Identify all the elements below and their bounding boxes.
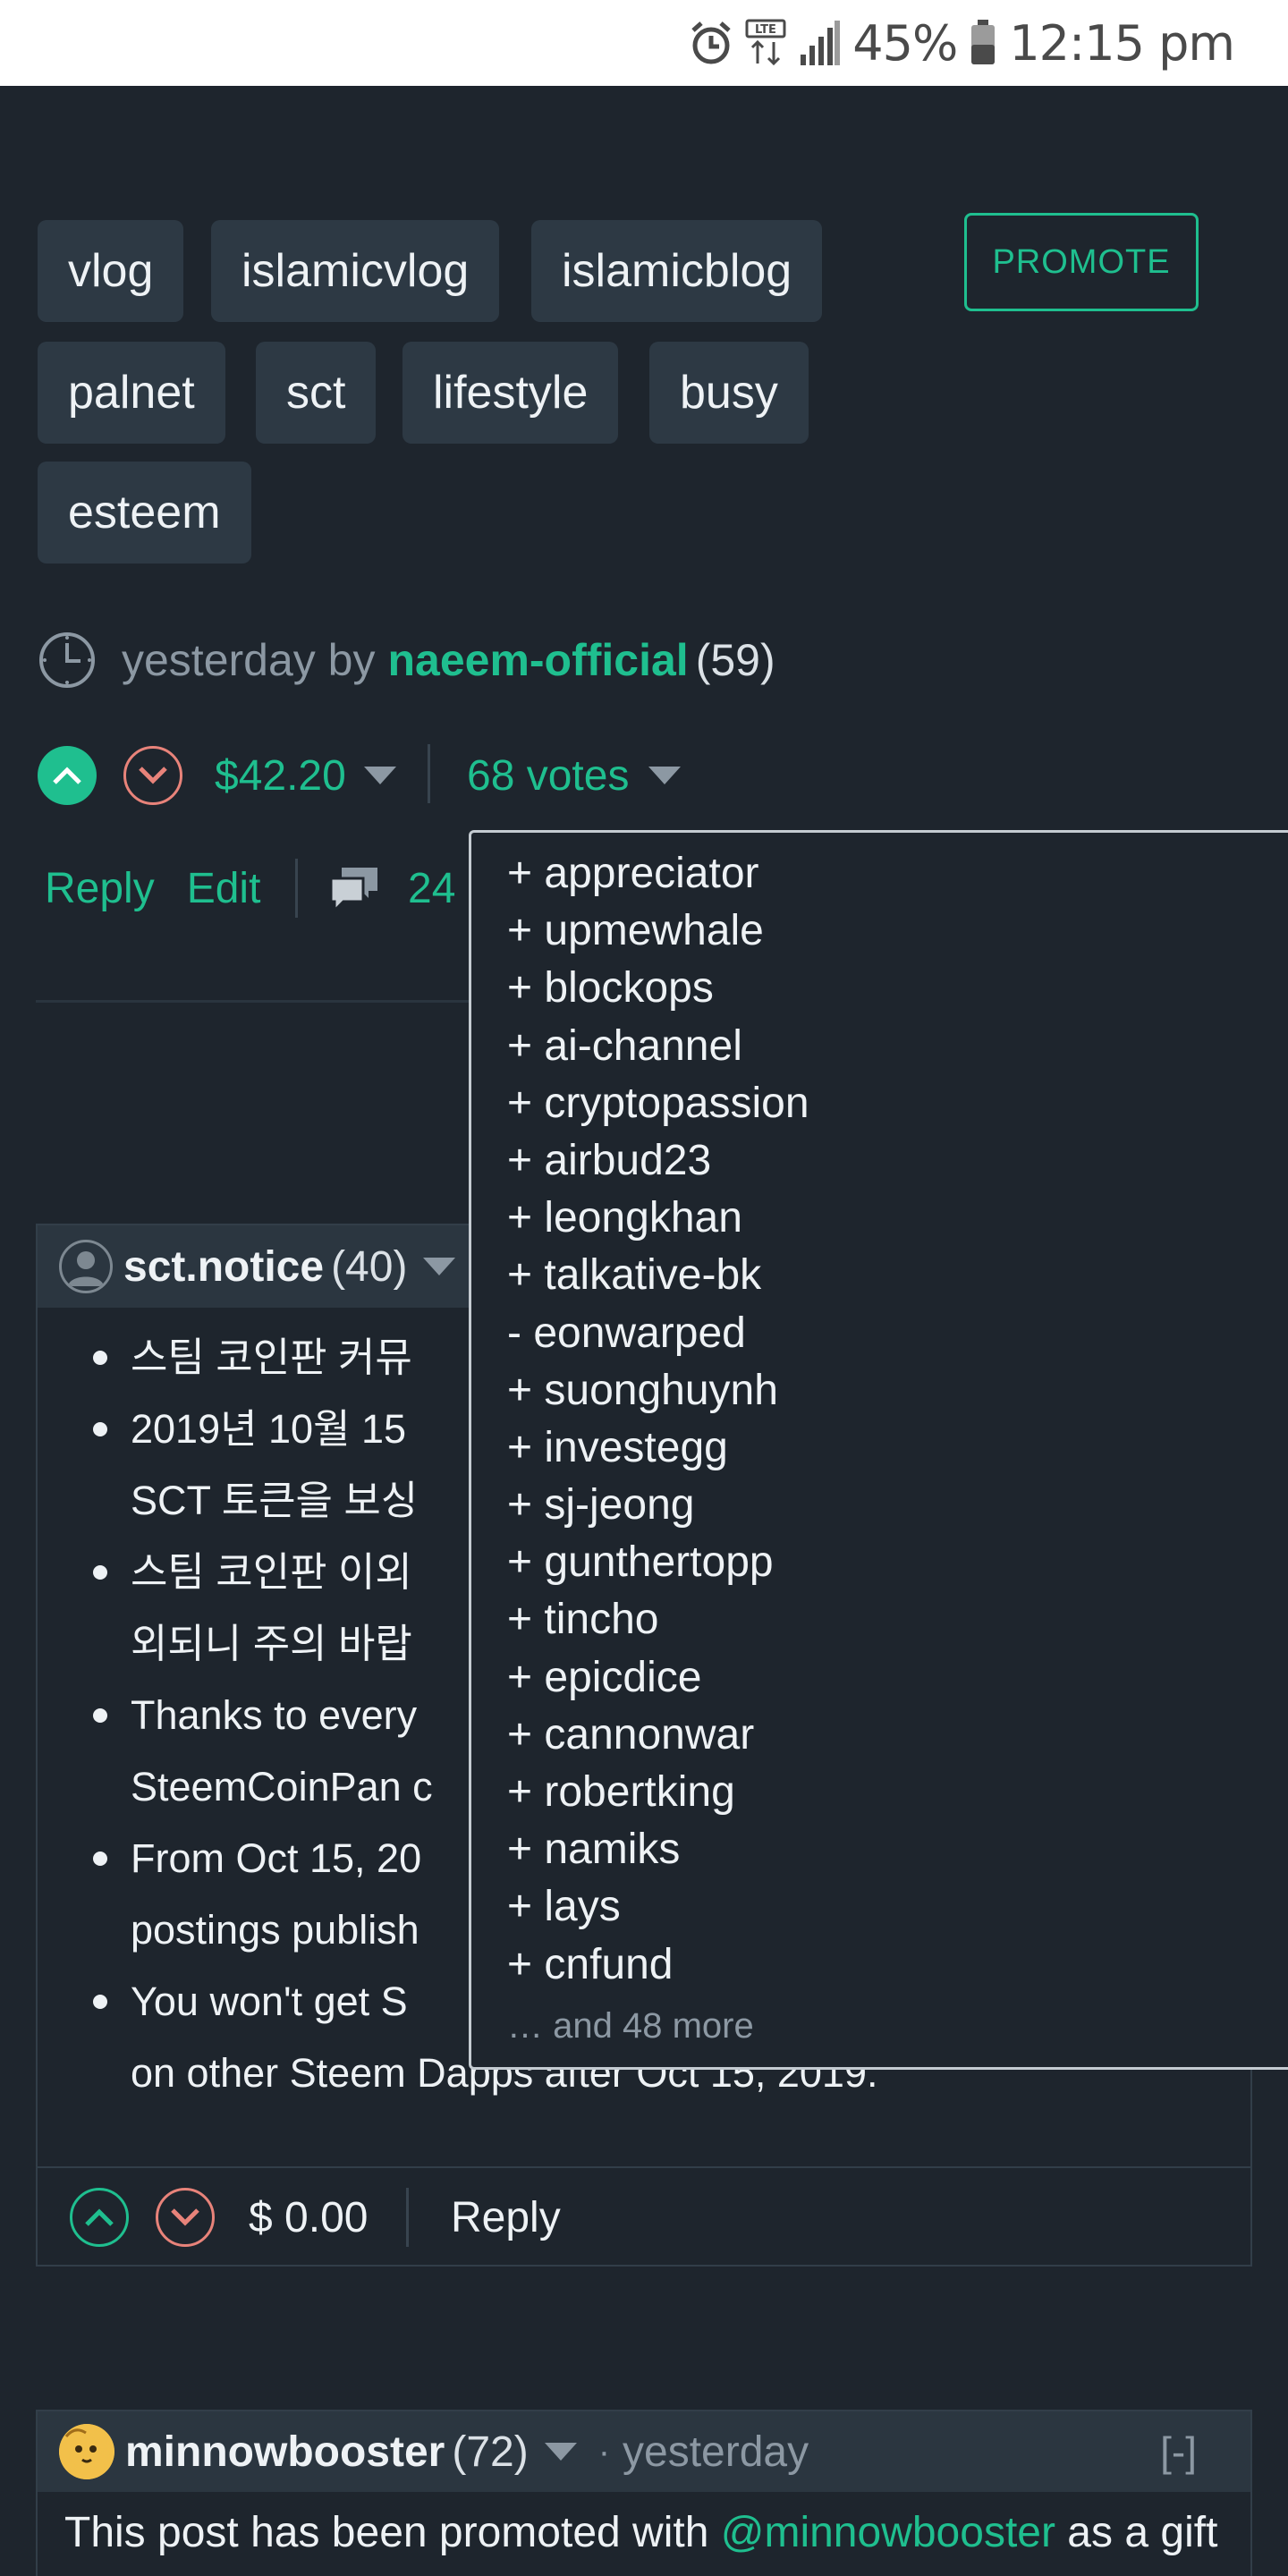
chevron-down-icon (139, 767, 167, 784)
tag-sct[interactable]: sct (256, 342, 377, 444)
divider (295, 859, 298, 918)
avatar[interactable] (59, 1240, 113, 1293)
battery-percent: 45% (852, 14, 958, 72)
tag-palnet[interactable]: palnet (38, 342, 225, 444)
tag-esteem[interactable]: esteem (38, 462, 251, 564)
payout-caret-icon (363, 767, 396, 784)
payout-value: $42.20 (215, 751, 346, 800)
signal-icon (799, 21, 841, 65)
svg-text:LTE: LTE (755, 23, 776, 37)
chevron-up-icon (53, 767, 81, 784)
voter-item[interactable]: + upmewhale (507, 902, 809, 960)
comment-card: minnowbooster (72) · yesterday [-] This … (36, 2410, 1252, 2576)
reply-link[interactable]: Reply (45, 864, 155, 913)
status-bar: LTE 45% 12:15 pm (0, 0, 1288, 86)
divider (428, 744, 430, 803)
voter-item[interactable]: + blockops (507, 960, 809, 1017)
comment-header: minnowbooster (72) · yesterday [-] (38, 2411, 1250, 2492)
voter-item[interactable]: + appreciator (507, 845, 809, 902)
chevron-up-icon (85, 2208, 114, 2226)
voter-item[interactable]: + sj-jeong (507, 1477, 809, 1534)
upvote-button[interactable] (38, 746, 97, 805)
voter-item[interactable]: + talkative-bk (507, 1247, 809, 1304)
tag-vlog[interactable]: vlog (38, 220, 184, 322)
voter-item[interactable]: + robertking (507, 1764, 809, 1821)
voter-item[interactable]: + leongkhan (507, 1190, 809, 1247)
comment-body: This post has been promoted with @minnow… (64, 2508, 1217, 2557)
voter-item[interactable]: + epicdice (507, 1649, 809, 1707)
voter-item[interactable]: + suonghuynh (507, 1362, 809, 1419)
comment-time: yesterday (623, 2428, 809, 2476)
tag-islamicblog[interactable]: islamicblog (531, 220, 823, 322)
tag-busy[interactable]: busy (649, 342, 809, 444)
chevron-down-icon (171, 2208, 199, 2226)
voter-item[interactable]: + investegg (507, 1419, 809, 1477)
voter-item[interactable]: + airbud23 (507, 1132, 809, 1190)
author-menu-caret-icon[interactable] (423, 1258, 456, 1275)
votes-count: 68 votes (467, 751, 630, 800)
votes-toggle[interactable]: 68 votes (467, 744, 682, 807)
post-author-link[interactable]: naeem-official (387, 634, 688, 686)
voter-item[interactable]: + tincho (507, 1591, 809, 1648)
avatar[interactable] (59, 2424, 114, 2479)
clock-time: 12:15 pm (1009, 14, 1235, 72)
separator-dot: · (597, 2431, 611, 2471)
voter-item[interactable]: + lays (507, 1878, 809, 1936)
mention-link[interactable]: @minnowbooster (721, 2509, 1055, 2556)
votes-caret-icon (648, 767, 682, 784)
clock-icon (38, 631, 97, 690)
voter-item[interactable]: + namiks (507, 1821, 809, 1878)
tag-lifestyle[interactable]: lifestyle (402, 342, 619, 444)
downvote-button[interactable] (123, 746, 182, 805)
comments-icon[interactable] (327, 860, 383, 916)
post-time: yesterday by (122, 635, 376, 685)
post-payout[interactable]: $42.20 (215, 744, 396, 807)
comment-footer: $ 0.00 Reply (36, 2166, 1252, 2267)
downvote-button[interactable] (156, 2188, 215, 2247)
promote-button[interactable]: PROMOTE (964, 213, 1199, 311)
tag-islamicvlog[interactable]: islamicvlog (211, 220, 500, 322)
voters-list: + appreciator + upmewhale + blockops + a… (507, 845, 809, 1994)
voter-item[interactable]: + cnfund (507, 1936, 809, 1994)
comment-author[interactable]: sct.notice (123, 1242, 324, 1292)
voter-item[interactable]: + ai-channel (507, 1018, 809, 1075)
voter-item[interactable]: + cannonwar (507, 1707, 809, 1764)
comment-author-reputation: (72) (452, 2428, 529, 2476)
voters-dropdown[interactable]: + appreciator + upmewhale + blockops + a… (469, 830, 1288, 2070)
comment-count[interactable]: 24 (408, 857, 455, 919)
comment-author[interactable]: minnowbooster (125, 2428, 445, 2477)
comment-author-reputation: (40) (331, 1242, 408, 1291)
upvote-button[interactable] (70, 2188, 129, 2247)
battery-icon (970, 20, 996, 66)
voter-item[interactable]: + gunthertopp (507, 1534, 809, 1591)
divider (406, 2188, 409, 2247)
post-meta: yesterday by naeem-official (59) (38, 626, 775, 694)
alarm-icon (690, 20, 733, 66)
voter-item[interactable]: + cryptopassion (507, 1075, 809, 1132)
author-menu-caret-icon[interactable] (544, 2443, 577, 2461)
edit-link[interactable]: Edit (187, 864, 261, 913)
collapse-button[interactable]: [-] (1160, 2428, 1197, 2476)
voter-item[interactable]: - eonwarped (507, 1305, 809, 1362)
lte-icon: LTE (745, 19, 786, 67)
comment-text: as a gift (1055, 2509, 1218, 2556)
comment-text: This post has been promoted with (64, 2509, 721, 2556)
post-actions: Reply Edit (45, 857, 260, 919)
comment-reply-link[interactable]: Reply (451, 2186, 561, 2249)
author-reputation: (59) (695, 635, 775, 685)
comment-payout[interactable]: $ 0.00 (249, 2186, 368, 2249)
more-voters-label: … and 48 more (507, 2006, 754, 2046)
